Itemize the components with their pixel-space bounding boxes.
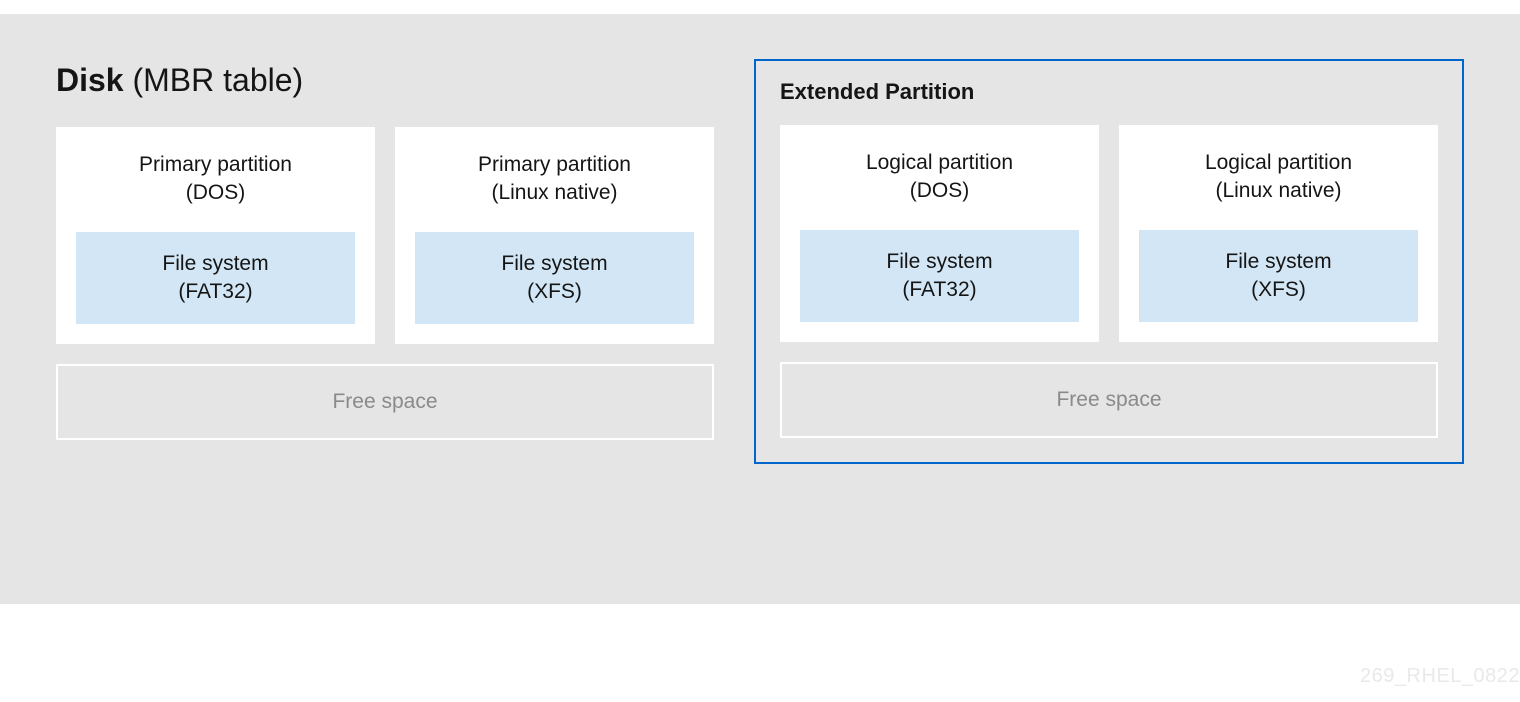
- partition-type: (Linux native): [1215, 179, 1341, 202]
- primary-partition-row: Primary partition (DOS) File system (FAT…: [56, 127, 714, 344]
- watermark: 269_RHEL_0822: [1360, 665, 1520, 688]
- partition-label: Primary partition (DOS): [76, 151, 355, 208]
- filesystem-type: (FAT32): [178, 280, 252, 303]
- free-space-label: Free space: [1056, 388, 1161, 411]
- partition-label: Primary partition (Linux native): [415, 151, 694, 208]
- filesystem-type: (XFS): [1251, 278, 1306, 301]
- extended-partition-group: Extended Partition Logical partition (DO…: [754, 59, 1464, 464]
- primary-partition-box: Primary partition (DOS) File system (FAT…: [56, 127, 375, 344]
- partition-name: Logical partition: [866, 151, 1013, 174]
- free-space-box: Free space: [56, 364, 714, 440]
- filesystem-type: (XFS): [527, 280, 582, 303]
- filesystem-label: File system: [1225, 250, 1331, 273]
- partition-type: (Linux native): [491, 181, 617, 204]
- logical-partition-box: Logical partition (Linux native) File sy…: [1119, 125, 1438, 342]
- partition-name: Primary partition: [139, 153, 292, 176]
- extended-partition-title: Extended Partition: [780, 79, 1438, 105]
- diagram-canvas: Disk (MBR table) Primary partition (DOS)…: [0, 14, 1520, 604]
- partition-name: Primary partition: [478, 153, 631, 176]
- filesystem-box: File system (FAT32): [76, 232, 355, 325]
- columns: Primary partition (DOS) File system (FAT…: [56, 59, 1464, 464]
- partition-type: (DOS): [186, 181, 246, 204]
- partition-label: Logical partition (Linux native): [1139, 149, 1418, 206]
- filesystem-label: File system: [886, 250, 992, 273]
- logical-partition-box: Logical partition (DOS) File system (FAT…: [780, 125, 1099, 342]
- primary-partition-box: Primary partition (Linux native) File sy…: [395, 127, 714, 344]
- partition-type: (DOS): [910, 179, 970, 202]
- filesystem-box: File system (FAT32): [800, 230, 1079, 323]
- partition-name: Logical partition: [1205, 151, 1352, 174]
- partition-label: Logical partition (DOS): [800, 149, 1079, 206]
- free-space-box: Free space: [780, 362, 1438, 438]
- free-space-label: Free space: [332, 390, 437, 413]
- filesystem-box: File system (XFS): [415, 232, 694, 325]
- filesystem-type: (FAT32): [902, 278, 976, 301]
- logical-partition-row: Logical partition (DOS) File system (FAT…: [780, 125, 1438, 342]
- filesystem-box: File system (XFS): [1139, 230, 1418, 323]
- filesystem-label: File system: [501, 252, 607, 275]
- primary-partitions-group: Primary partition (DOS) File system (FAT…: [56, 59, 714, 464]
- filesystem-label: File system: [162, 252, 268, 275]
